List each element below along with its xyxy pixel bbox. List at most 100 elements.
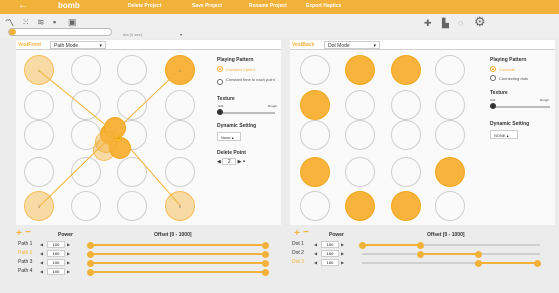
- offset-start-knob[interactable]: [87, 251, 94, 258]
- vest-icon[interactable]: ▙: [442, 19, 449, 28]
- decrement-icon[interactable]: ◀: [217, 159, 221, 165]
- tab-vest-front[interactable]: VestFront: [18, 42, 41, 48]
- back-texture-knob[interactable]: [490, 103, 496, 109]
- motor-point-20[interactable]: [435, 191, 465, 221]
- concrete-radio[interactable]: [490, 66, 496, 72]
- motor-point-6[interactable]: [345, 90, 375, 120]
- offset-end-knob[interactable]: [417, 242, 424, 249]
- decrement-icon[interactable]: ◀: [314, 251, 317, 256]
- motor-point-1[interactable]: [300, 55, 330, 85]
- increment-icon[interactable]: ▶: [341, 251, 344, 256]
- motor-point-16[interactable]: [165, 157, 195, 187]
- front-dynamic-select[interactable]: None ▴: [217, 132, 241, 141]
- minus-icon[interactable]: −: [303, 227, 309, 238]
- motor-point-13[interactable]: [300, 157, 330, 187]
- power-input[interactable]: 100: [47, 268, 65, 275]
- power-input[interactable]: 100: [321, 241, 339, 248]
- path-draw-icon[interactable]: 〽: [5, 19, 14, 28]
- chevron-down-icon[interactable]: ▾: [180, 32, 182, 37]
- motor-point-8[interactable]: [165, 90, 195, 120]
- save-project-button[interactable]: Save Project: [192, 3, 222, 9]
- vest-back-mode-select[interactable]: Dot Mode ▾: [324, 41, 380, 49]
- offset-end-knob[interactable]: [262, 260, 269, 267]
- motor-point-3[interactable]: [391, 55, 421, 85]
- dot-grid-icon[interactable]: ⁙: [22, 18, 30, 27]
- motor-point-19[interactable]: [391, 191, 421, 221]
- motor-point-12[interactable]: [435, 120, 465, 150]
- connecting-dots-radio[interactable]: [490, 75, 496, 81]
- motor-point-9[interactable]: [300, 120, 330, 150]
- motor-point-16[interactable]: [435, 157, 465, 187]
- motor-point-2[interactable]: [71, 55, 101, 85]
- motor-point-9[interactable]: [24, 120, 54, 150]
- offset-end-knob[interactable]: [534, 260, 541, 267]
- decrement-icon[interactable]: ◀: [40, 242, 43, 247]
- increment-icon[interactable]: ▶: [67, 251, 70, 256]
- motor-point-13[interactable]: [24, 157, 54, 187]
- decrement-icon[interactable]: ◀: [40, 251, 43, 256]
- constant-speed-radio[interactable]: [217, 66, 223, 72]
- motor-point-5[interactable]: [24, 90, 54, 120]
- motor-point-10[interactable]: [345, 120, 375, 150]
- increment-icon[interactable]: ▶: [341, 242, 344, 247]
- motor-point-17[interactable]: [300, 191, 330, 221]
- plus-icon[interactable]: +: [16, 228, 22, 239]
- tab-vest-back[interactable]: VestBack: [292, 42, 314, 48]
- offset-start-knob[interactable]: [417, 251, 424, 258]
- offset-start-knob[interactable]: [87, 269, 94, 276]
- minus-icon[interactable]: −: [25, 227, 31, 238]
- motor-point-8[interactable]: [435, 90, 465, 120]
- increment-icon[interactable]: ▶: [238, 159, 242, 165]
- layers-icon[interactable]: ≋: [37, 18, 45, 27]
- offset-end-knob[interactable]: [475, 251, 482, 258]
- power-input[interactable]: 100: [47, 259, 65, 266]
- power-input[interactable]: 100: [321, 250, 339, 257]
- delete-project-button[interactable]: Delete Project: [128, 3, 161, 9]
- offset-start-knob[interactable]: [87, 260, 94, 267]
- timeline-slider[interactable]: [8, 28, 112, 36]
- visor-icon[interactable]: ◌: [458, 19, 463, 28]
- motor-point-18[interactable]: [345, 191, 375, 221]
- front-texture-knob[interactable]: [217, 109, 223, 115]
- power-input[interactable]: 100: [47, 250, 65, 257]
- motor-point-6[interactable]: [71, 90, 101, 120]
- power-input[interactable]: 100: [321, 259, 339, 266]
- trash-icon[interactable]: ▪: [243, 159, 245, 165]
- increment-icon[interactable]: ▶: [341, 260, 344, 265]
- motor-point-15[interactable]: [391, 157, 421, 187]
- back-dynamic-select[interactable]: NONE ▴: [490, 130, 518, 139]
- timeline-knob[interactable]: [9, 29, 16, 35]
- offset-start-knob[interactable]: [475, 260, 482, 267]
- offset-start-knob[interactable]: [359, 242, 366, 249]
- motor-point-7[interactable]: [391, 90, 421, 120]
- back-button[interactable]: ←: [18, 0, 28, 12]
- increment-icon[interactable]: ▶: [67, 242, 70, 247]
- power-input[interactable]: 100: [47, 241, 65, 248]
- decrement-icon[interactable]: ◀: [40, 260, 43, 265]
- motor-point-18[interactable]: [71, 191, 101, 221]
- motor-point-3[interactable]: [117, 55, 147, 85]
- crosshair-icon[interactable]: ✚: [424, 19, 432, 28]
- plus-icon[interactable]: +: [294, 228, 300, 239]
- motor-point-20[interactable]: 5: [165, 191, 195, 221]
- offset-start-knob[interactable]: [87, 242, 94, 249]
- motor-point-5[interactable]: [300, 90, 330, 120]
- decrement-icon[interactable]: ◀: [314, 260, 317, 265]
- motor-point-4[interactable]: 2: [165, 55, 195, 85]
- trash-icon[interactable]: ▪: [53, 18, 56, 27]
- offset-end-knob[interactable]: [262, 242, 269, 249]
- offset-end-knob[interactable]: [262, 251, 269, 258]
- vest-front-mode-select[interactable]: Path Mode ▾: [50, 41, 106, 49]
- delete-point-input[interactable]: 2: [222, 158, 237, 165]
- front-texture-slider[interactable]: [217, 112, 275, 114]
- rename-project-button[interactable]: Rename Project: [249, 3, 287, 9]
- motor-point-12[interactable]: [165, 120, 195, 150]
- decrement-icon[interactable]: ◀: [314, 242, 317, 247]
- decrement-icon[interactable]: ◀: [40, 269, 43, 274]
- export-haptics-button[interactable]: Export Haptics: [306, 3, 341, 9]
- motor-point-14[interactable]: [345, 157, 375, 187]
- increment-icon[interactable]: ▶: [67, 269, 70, 274]
- gear-icon[interactable]: ⚙: [474, 15, 486, 28]
- motor-point-4[interactable]: [435, 55, 465, 85]
- camera-icon[interactable]: ▣: [68, 18, 77, 27]
